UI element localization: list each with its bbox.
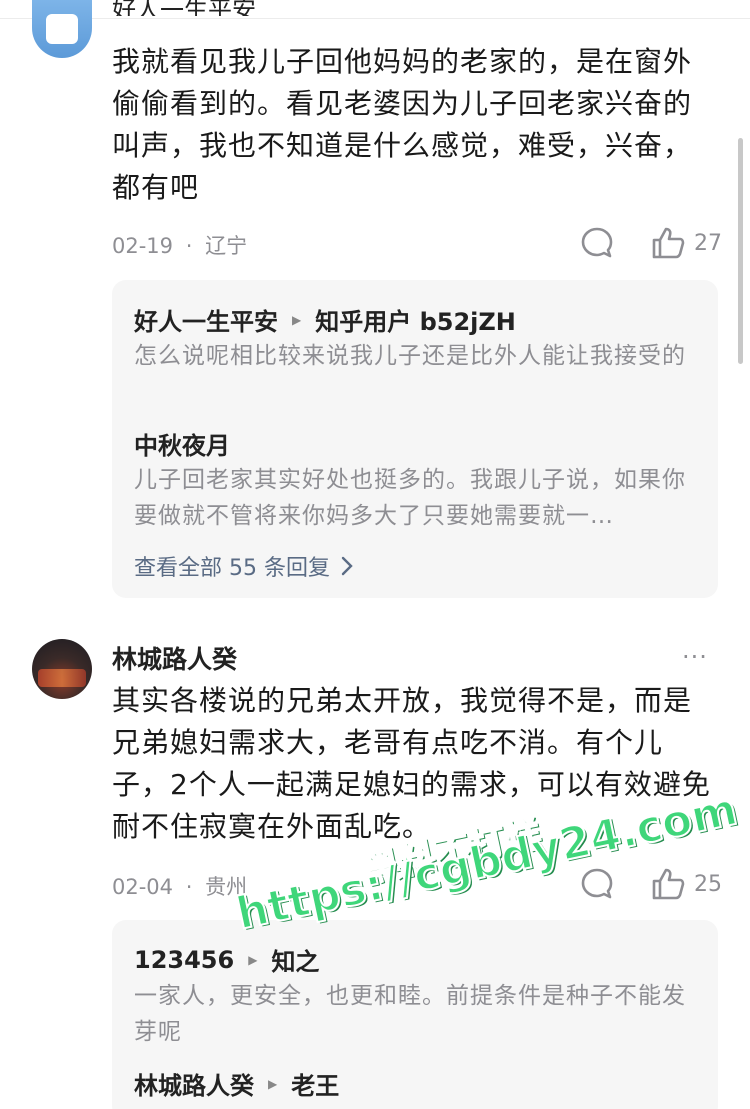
comment-meta: 02-19 · 辽宁 [112, 230, 247, 260]
comment-author[interactable]: 好人一生平安 [112, 0, 256, 16]
scrollbar[interactable] [738, 138, 743, 364]
comment-date: 02-04 [112, 875, 174, 899]
reply-header: 好人一生平安 ▶ 知乎用户 b52jZH [134, 302, 516, 337]
reply-header: 林城路人癸 ▶ 老王 [134, 1066, 339, 1101]
comment-text: 我就看见我儿子回他妈妈的老家的，是在窗外偷偷看到的。看见老婆因为儿子回老家兴奋的… [112, 45, 693, 204]
reply-header: 123456 ▶ 知之 [134, 942, 319, 977]
reply-target[interactable]: 老王 [291, 1066, 339, 1101]
reply-author[interactable]: 林城路人癸 [134, 1066, 254, 1101]
comment-date: 02-19 [112, 234, 174, 258]
meta-separator: · [185, 875, 193, 899]
reply-box[interactable]: 123456 ▶ 知之 一家人，更安全，也更和睦。前提条件是种子不能发芽呢 林城… [112, 920, 718, 1109]
comment-icon[interactable] [580, 867, 614, 901]
triangle-arrow-icon: ▶ [292, 312, 302, 327]
reply-author[interactable]: 123456 [134, 946, 234, 974]
triangle-arrow-icon: ▶ [248, 952, 258, 967]
comment-meta: 02-04 · 贵州 [112, 871, 247, 901]
reply-author[interactable]: 好人一生平安 [134, 302, 278, 337]
reply-target[interactable]: 知之 [271, 942, 319, 977]
like-count: 27 [694, 230, 722, 256]
reply-box[interactable]: 好人一生平安 ▶ 知乎用户 b52jZH 怎么说呢相比较来说我儿子还是比外人能让… [112, 280, 718, 598]
comment-icon[interactable] [580, 226, 614, 260]
comment-text: 其实各楼说的兄弟太开放，我觉得不是，而是兄弟媳妇需求大，老哥有点吃不消。有个儿子… [112, 684, 711, 843]
comment-author[interactable]: 林城路人癸 [112, 640, 237, 676]
avatar[interactable] [32, 0, 92, 58]
more-icon[interactable]: ··· [682, 645, 708, 669]
reply-target[interactable]: 知乎用户 b52jZH [315, 302, 516, 337]
avatar[interactable] [32, 639, 92, 699]
reply-text[interactable]: 怎么说呢相比较来说我儿子还是比外人能让我接受的 [134, 338, 700, 374]
reply-text[interactable]: 一家人，更安全，也更和睦。前提条件是种子不能发芽呢 [134, 978, 700, 1050]
view-all-replies-link[interactable]: 查看全部 55 条回复 [134, 550, 356, 582]
like-button[interactable]: 27 [650, 225, 722, 261]
chevron-right-icon [341, 556, 353, 576]
top-divider [0, 18, 750, 19]
view-all-label[interactable]: 查看全部 55 条回复 [134, 550, 330, 582]
comment-location: 贵州 [205, 875, 248, 899]
comment-location: 辽宁 [205, 234, 248, 258]
reply-header: 中秋夜月 [134, 426, 230, 461]
reply-author[interactable]: 中秋夜月 [134, 426, 230, 461]
reply-text[interactable]: 儿子回老家其实好处也挺多的。我跟儿子说，如果你要做就不管将来你妈多大了只要她需要… [134, 462, 700, 534]
like-icon[interactable] [650, 225, 686, 261]
triangle-arrow-icon: ▶ [268, 1076, 278, 1091]
meta-separator: · [185, 234, 193, 258]
like-icon[interactable] [650, 866, 686, 902]
like-count: 25 [694, 871, 722, 897]
like-button[interactable]: 25 [650, 866, 722, 902]
